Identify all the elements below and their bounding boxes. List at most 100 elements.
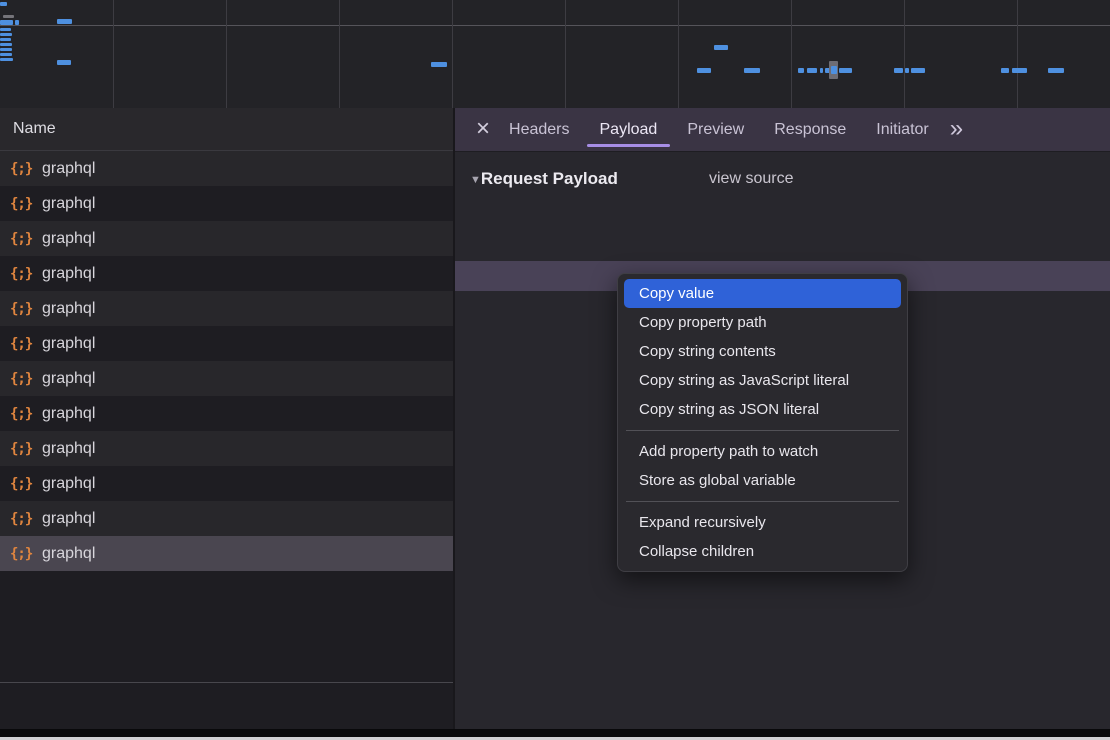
waterfall-request-bar [744, 68, 760, 73]
menu-item-add-property-path-to-watch[interactable]: Add property path to watch [624, 437, 901, 466]
menu-item-copy-string-as-javascript-literal[interactable]: Copy string as JavaScript literal [624, 366, 901, 395]
waterfall-request-bar [798, 68, 804, 73]
request-name: graphql [42, 510, 95, 528]
list-footer-divider [0, 682, 453, 683]
waterfall-request-bar [57, 19, 72, 24]
name-column-header[interactable]: Name [0, 108, 453, 151]
waterfall-request-bar [820, 68, 823, 73]
section-title: Request Payload [481, 169, 618, 188]
waterfall-request-bar [831, 66, 837, 74]
waterfall-request-bar [57, 60, 71, 65]
waterfall-request-bar [1048, 68, 1064, 73]
request-name: graphql [42, 265, 95, 283]
tab-headers[interactable]: Headers [494, 108, 584, 151]
waterfall-request-bar [839, 68, 852, 73]
json-braces-icon: {;} [10, 476, 32, 492]
request-name: graphql [42, 160, 95, 178]
request-row[interactable]: {;}graphql [0, 431, 453, 466]
json-braces-icon: {;} [10, 336, 32, 352]
request-row[interactable]: {;} graphql [0, 186, 453, 221]
json-braces-icon: {;} [10, 371, 32, 387]
waterfall-request-bar [714, 45, 728, 50]
overview-gridline [904, 0, 905, 108]
json-braces-icon: {;} [10, 161, 32, 177]
json-braces-icon: {;} [10, 231, 32, 247]
request-name: graphql [42, 300, 95, 318]
request-name: graphql [42, 335, 95, 353]
request-row[interactable]: {;} graphql [0, 501, 453, 536]
view-source-link[interactable]: view source [709, 164, 793, 194]
tab-payload[interactable]: Payload [585, 108, 673, 151]
waterfall-request-bar [0, 43, 12, 46]
request-name: graphql [42, 370, 95, 388]
overview-lane-divider [0, 25, 1110, 26]
waterfall-request-bar [1001, 68, 1009, 73]
overview-gridline [452, 0, 453, 108]
menu-item-copy-string-contents[interactable]: Copy string contents [624, 337, 901, 366]
payload-root-row[interactable]: ▼ {operationName: "ipFlowTimeseries", va… [455, 201, 1110, 231]
request-name: graphql [42, 440, 95, 458]
request-row[interactable]: {;} graphql [0, 256, 453, 291]
network-overview-timeline[interactable] [0, 0, 1110, 108]
waterfall-request-bar [697, 68, 711, 73]
request-name: graphql [42, 545, 95, 563]
menu-separator [626, 501, 899, 502]
more-tabs-chevron-icon[interactable]: » [950, 115, 963, 143]
request-list-body: {;} graphql {;} graphql {;} graphql {;} graphql… [0, 151, 453, 571]
waterfall-request-bar [0, 33, 12, 36]
request-payload-section-header[interactable]: ▼Request Payload [470, 164, 618, 194]
json-braces-icon: {;} [10, 266, 32, 282]
menu-item-copy-property-path[interactable]: Copy property path [624, 308, 901, 337]
request-row[interactable]: {;} graphql [0, 291, 453, 326]
request-row[interactable]: {;} graphql [0, 396, 453, 431]
overview-gridline [678, 0, 679, 108]
request-row[interactable]: {;} graphql [0, 151, 453, 186]
json-braces-icon: {;} [10, 511, 32, 527]
waterfall-request-bar [1012, 68, 1027, 73]
request-name: graphql [42, 195, 95, 213]
overview-gridline [113, 0, 114, 108]
request-row[interactable]: {;} graphql [0, 326, 453, 361]
waterfall-request-bar [0, 20, 13, 25]
json-braces-icon: {;} [10, 406, 32, 422]
waterfall-request-bar [0, 28, 11, 31]
request-name: graphql [42, 405, 95, 423]
close-icon[interactable]: × [476, 117, 490, 141]
waterfall-request-bar [0, 58, 13, 61]
overview-gridline [565, 0, 566, 108]
overview-gridline [339, 0, 340, 108]
request-name: graphql [42, 475, 95, 493]
detail-tabs: HeadersPayloadPreviewResponseInitiator [494, 108, 944, 151]
operation-name-row[interactable]: operationName: "ipFlowTimeseries" [455, 231, 1110, 261]
overview-gridline [226, 0, 227, 108]
waterfall-request-bar [0, 48, 12, 51]
menu-item-store-as-global-variable[interactable]: Store as global variable [624, 466, 901, 495]
waterfall-request-bar [3, 15, 14, 18]
tab-preview[interactable]: Preview [672, 108, 759, 151]
tab-initiator[interactable]: Initiator [861, 108, 943, 151]
menu-item-copy-string-as-json-literal[interactable]: Copy string as JSON literal [624, 395, 901, 424]
context-menu: Copy valueCopy property pathCopy string … [617, 273, 908, 572]
request-row[interactable]: {;} graphql [0, 536, 453, 571]
menu-item-expand-recursively[interactable]: Expand recursively [624, 508, 901, 537]
menu-item-copy-value[interactable]: Copy value [624, 279, 901, 308]
request-row[interactable]: {;} graphql [0, 221, 453, 256]
request-row[interactable]: {;} graphql [0, 361, 453, 396]
request-row[interactable]: {;} graphql [0, 466, 453, 501]
devtools-network-panel: Name {;}graphql{;}graphql{;}graphql{;}gr… [0, 0, 1110, 740]
json-braces-icon: {;} [10, 546, 32, 562]
request-list-panel: Name {;}graphql{;}graphql{;}graphql{;}gr… [0, 108, 453, 740]
collapse-caret-icon[interactable]: ▼ [470, 174, 481, 186]
waterfall-request-bar [15, 20, 19, 25]
json-braces-icon: {;} [10, 196, 32, 212]
request-name: graphql [42, 230, 95, 248]
json-braces-icon: {;} [10, 301, 32, 317]
overview-gridline [1017, 0, 1018, 108]
overview-gridline [791, 0, 792, 108]
waterfall-request-bar [807, 68, 817, 73]
menu-item-collapse-children[interactable]: Collapse children [624, 537, 901, 566]
waterfall-request-bar [0, 2, 7, 6]
window-bottom-edge [0, 729, 1110, 737]
tab-response[interactable]: Response [759, 108, 861, 151]
waterfall-request-bar [0, 38, 11, 41]
